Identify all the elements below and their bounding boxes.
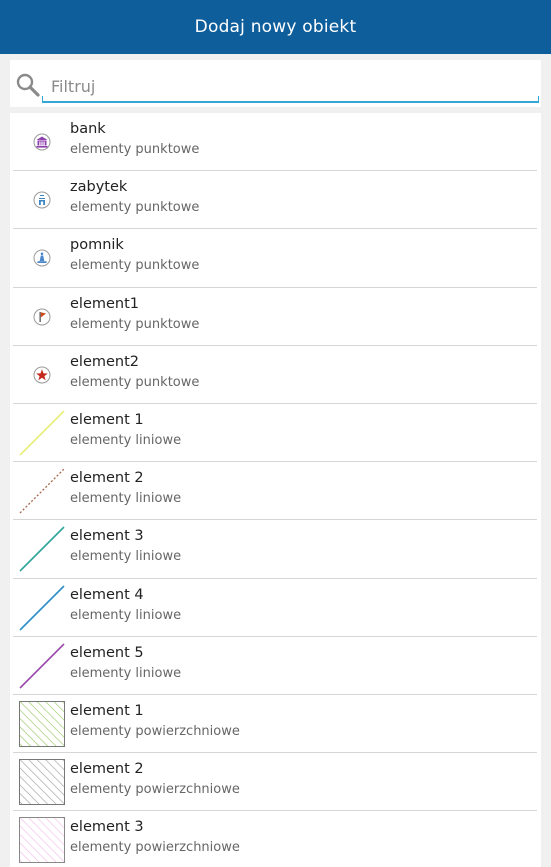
item-name: zabytek	[70, 179, 128, 196]
item-category: elementy liniowe	[70, 432, 182, 448]
item-name: bank	[70, 121, 106, 137]
list-item[interactable]: element 2 elementy powierzchniowe	[13, 753, 537, 812]
list-item[interactable]: element2 elementy punktowe	[13, 346, 537, 404]
item-name: pomnik	[70, 237, 124, 254]
search-input[interactable]	[43, 69, 538, 103]
list-item[interactable]: zabytek elementy punktowe	[13, 171, 537, 230]
flag-marker-icon	[19, 294, 65, 340]
item-name: element 1	[70, 411, 144, 428]
search-bar	[10, 60, 541, 107]
search-underline	[42, 96, 539, 103]
item-name: element 3	[70, 819, 144, 836]
list-item[interactable]: pomnik elementy punktowe	[13, 229, 537, 288]
item-category: elementy liniowe	[70, 665, 182, 681]
item-name: element 2	[70, 470, 144, 487]
bank-marker-icon	[19, 119, 65, 165]
hatch-gray-icon	[19, 759, 65, 806]
item-category: elementy powierzchniowe	[70, 723, 240, 739]
item-category: elementy punktowe	[70, 142, 200, 157]
item-name: element 2	[70, 761, 144, 778]
item-category: elementy liniowe	[70, 607, 182, 623]
line-dotted-brown-icon	[19, 468, 65, 514]
list-item[interactable]: element1 elementy punktowe	[13, 288, 537, 346]
item-name: element1	[70, 295, 140, 312]
item-name: element 4	[70, 586, 144, 603]
list-item[interactable]: element 3 elementy powierzchniowe	[13, 811, 537, 867]
list-item[interactable]: element 1 elementy powierzchniowe	[13, 695, 537, 754]
item-name: element 1	[70, 702, 144, 719]
statue-marker-icon	[19, 235, 65, 281]
item-name: element2	[70, 353, 140, 370]
item-category: elementy punktowe	[70, 374, 200, 390]
line-teal-icon	[19, 526, 65, 572]
search-icon	[13, 70, 43, 100]
line-purple-icon	[19, 643, 65, 689]
item-category: elementy punktowe	[70, 316, 200, 332]
item-name: element 3	[70, 528, 144, 545]
list-item[interactable]: element 4 elementy liniowe	[13, 579, 537, 637]
star-marker-icon	[19, 352, 65, 398]
item-category: elementy punktowe	[70, 200, 200, 216]
item-category: elementy liniowe	[70, 491, 182, 507]
hatch-pink-icon	[19, 817, 65, 864]
hatch-green-icon	[19, 700, 65, 747]
object-type-list: bank elementy punktowe zabytek elementy …	[10, 113, 541, 867]
line-blue-icon	[19, 584, 65, 631]
header-bar: Dodaj nowy obiekt	[0, 0, 551, 54]
list-item[interactable]: element 1 elementy liniowe	[13, 404, 537, 463]
item-category: elementy powierzchniowe	[70, 840, 240, 856]
item-category: elementy punktowe	[70, 258, 200, 274]
monument-marker-icon	[19, 177, 65, 223]
line-yellow-icon	[19, 410, 65, 456]
item-category: elementy powierzchniowe	[70, 782, 240, 798]
page-title: Dodaj nowy obiekt	[194, 17, 357, 37]
list-item[interactable]: bank elementy punktowe	[13, 113, 537, 172]
list-item[interactable]: element 2 elementy liniowe	[13, 462, 537, 521]
list-item[interactable]: element 5 elementy liniowe	[13, 637, 537, 695]
item-name: element 5	[70, 644, 144, 661]
item-category: elementy liniowe	[70, 549, 182, 565]
list-item[interactable]: element 3 elementy liniowe	[13, 520, 537, 579]
